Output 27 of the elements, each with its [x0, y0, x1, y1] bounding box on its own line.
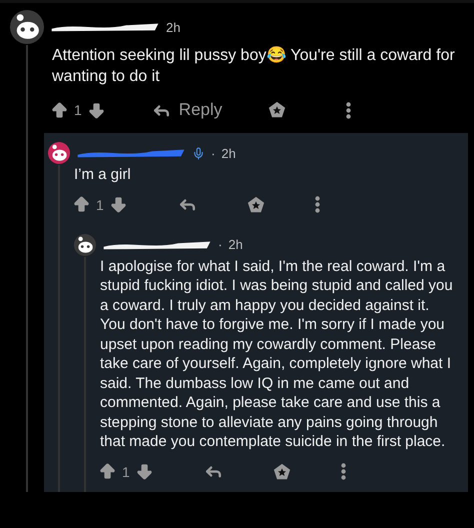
upvote-button[interactable]	[50, 100, 69, 120]
downvote-button[interactable]	[108, 195, 128, 214]
vote-count: 1	[74, 102, 82, 118]
more-icon	[314, 196, 320, 213]
award-button[interactable]	[272, 462, 291, 480]
vote-count: 1	[122, 464, 130, 480]
more-button[interactable]	[340, 463, 346, 480]
more-icon	[346, 102, 352, 118]
more-button[interactable]	[314, 196, 320, 213]
comment-text: I’m a girl	[73, 165, 132, 184]
award-button[interactable]	[246, 196, 265, 214]
comment-time: 2h	[166, 20, 180, 34]
reply-button[interactable]: Reply	[152, 100, 222, 120]
separator: ·	[218, 237, 222, 252]
separator: ·	[211, 146, 216, 160]
upvote-button[interactable]	[72, 195, 91, 214]
upvote-button[interactable]	[98, 462, 117, 481]
more-icon	[340, 463, 346, 480]
vote-count: 1	[96, 196, 104, 212]
downvote-button[interactable]	[86, 100, 106, 120]
comment-text: I apologise for what I said, I'm the real coward. I'm a stupid fucking idiot. I was being stupid and called you a coward. I truly am happy you decided against it. You don't have to forgive me. I'm sorry if I made you upset upon reading my cowardly comment. Please take care of yourself. Again, completely ignore what I said. The dumbass low IQ in me came out and commented. Again, please take care and use this a stepping stone to alleviate any pains going through that made you contemplate suicide in the first place.	[99, 256, 454, 452]
comment-text: Attention seeking lil pussy boy😂 You're still a coward for wanting to do it	[51, 45, 456, 87]
award-button[interactable]	[268, 101, 286, 119]
comment-time: 2h	[221, 146, 236, 160]
downvote-button[interactable]	[134, 462, 154, 481]
comment-time: 2h	[228, 237, 243, 252]
more-button[interactable]	[346, 102, 352, 118]
